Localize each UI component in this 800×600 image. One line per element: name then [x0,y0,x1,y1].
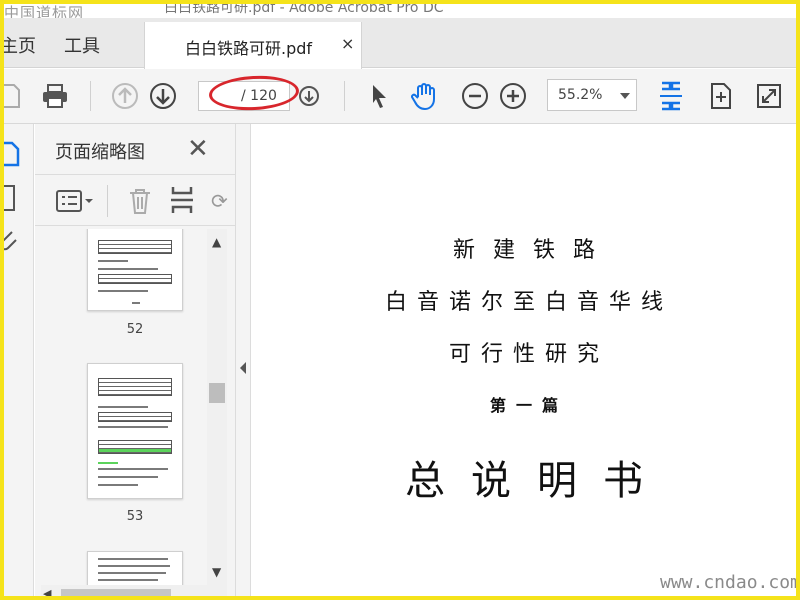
hand-tool-icon[interactable] [410,81,440,111]
thumbnails-icon[interactable] [4,140,20,172]
zoom-in-icon[interactable] [498,81,528,111]
tab-bar: 主页 工具 白白铁路可研.pdf × [4,18,796,69]
thumbnail-text-line [98,268,158,270]
find-icon[interactable] [294,81,324,111]
vertical-scroll-thumb[interactable] [209,383,225,403]
collapse-arrow-icon[interactable] [240,362,246,374]
tab-document[interactable]: 白白铁路可研.pdf × [144,22,362,69]
doc-part-label: 第一篇 [489,396,568,415]
thumbnail-text-line [98,426,168,428]
thumbnails-list: 52 53 [35,229,235,585]
print-icon[interactable] [40,81,70,111]
thumbnail-text-line [98,484,138,486]
thumbnail-text-line [98,572,166,574]
doc-heading-line-2: 白音诺尔至白音华线 [384,290,673,315]
thumbnail-page-number [132,302,140,304]
document-tab-title: 白白铁路可研.pdf [185,39,313,58]
screenshot-frame: 白白铁路可研.pdf - Adobe Acrobat Pro DC 中国道标网 … [0,0,800,600]
navigation-rail [4,124,34,596]
options-icon[interactable] [55,188,95,218]
thumbnail-table [98,412,172,422]
fullscreen-icon[interactable] [754,81,784,111]
thumbnail-table [98,240,172,254]
create-icon[interactable] [4,81,26,111]
scroll-down-icon[interactable]: ▼ [212,565,221,579]
fit-page-icon[interactable] [656,81,686,111]
horizontal-scroll-thumb[interactable] [61,589,171,596]
thumbnail-text-line [98,476,158,478]
doc-heading-line-1: 新建铁路 [452,238,613,263]
zoom-select[interactable]: 55.2% [547,79,637,111]
doc-heading-line-3: 可行性研究 [448,342,609,367]
document-view[interactable]: 新建铁路 白音诺尔至白音华线 可行性研究 第一篇 总说明书 [252,124,796,596]
thumbnail-table [98,440,172,454]
tab-tools[interactable]: 工具 [64,32,100,58]
rotate-icon[interactable] [706,81,736,111]
delete-icon[interactable] [127,187,153,219]
horizontal-scrollbar[interactable]: ◀ [41,585,227,596]
thumbnail-text-line [98,468,168,470]
thumbnail-table [98,274,172,284]
scroll-up-icon[interactable]: ▲ [212,235,221,249]
thumbnail-label: 52 [126,322,144,337]
vertical-scrollbar[interactable]: ▲ ▼ [207,229,227,585]
page-down-icon[interactable] [148,81,178,111]
thumbnail-label: 53 [126,509,144,524]
scroll-left-icon[interactable]: ◀ [43,587,51,596]
thumbnail-text-line [98,290,148,292]
thumbnail-text-line [98,558,168,560]
thumbnail-table [98,378,172,396]
bookmark-icon[interactable] [4,184,18,216]
tab-home[interactable]: 主页 [4,32,36,58]
thumbnail-highlight [98,462,118,464]
page-thumbnails-panel: 页面缩略图 ✕ ⟳ 52 53 ▲ ▼ ◀ [35,124,235,596]
toolbar: / 120 55.2% [4,69,796,124]
insert-icon[interactable] [169,185,195,219]
page-thumbnail[interactable] [87,551,183,585]
doc-main-title: 总说明书 [405,458,669,504]
page-up-icon[interactable] [110,81,140,111]
thumbnail-text-line [98,579,158,581]
panel-title: 页面缩略图 [55,142,145,163]
panel-toolbar: ⟳ [35,174,235,226]
page-thumbnail[interactable] [87,229,183,311]
zoom-out-icon[interactable] [460,81,490,111]
watermark-top: 中国道标网 [4,4,85,18]
title-bar: 白白铁路可研.pdf - Adobe Acrobat Pro DC 中国道标网 [4,4,796,18]
panel-separator [107,185,108,217]
window-title: 白白铁路可研.pdf - Adobe Acrobat Pro DC [164,4,444,16]
toolbar-separator [344,81,345,111]
page-thumbnail[interactable] [87,363,183,499]
chevron-down-icon [620,93,630,99]
watermark-bottom: www.cndao.com [660,572,800,593]
zoom-value: 55.2% [558,87,603,103]
thumbnail-text-line [98,260,128,262]
attachment-icon[interactable] [4,228,18,256]
toolbar-separator [90,81,91,111]
panel-splitter[interactable] [235,124,251,596]
thumbnail-text-line [98,406,148,408]
more-tools-icon[interactable]: ⟳ [211,189,228,213]
select-cursor-icon[interactable] [364,81,394,111]
thumbnail-text-line [98,565,170,567]
close-tab-button[interactable]: × [341,34,354,53]
close-panel-button[interactable]: ✕ [187,134,209,164]
